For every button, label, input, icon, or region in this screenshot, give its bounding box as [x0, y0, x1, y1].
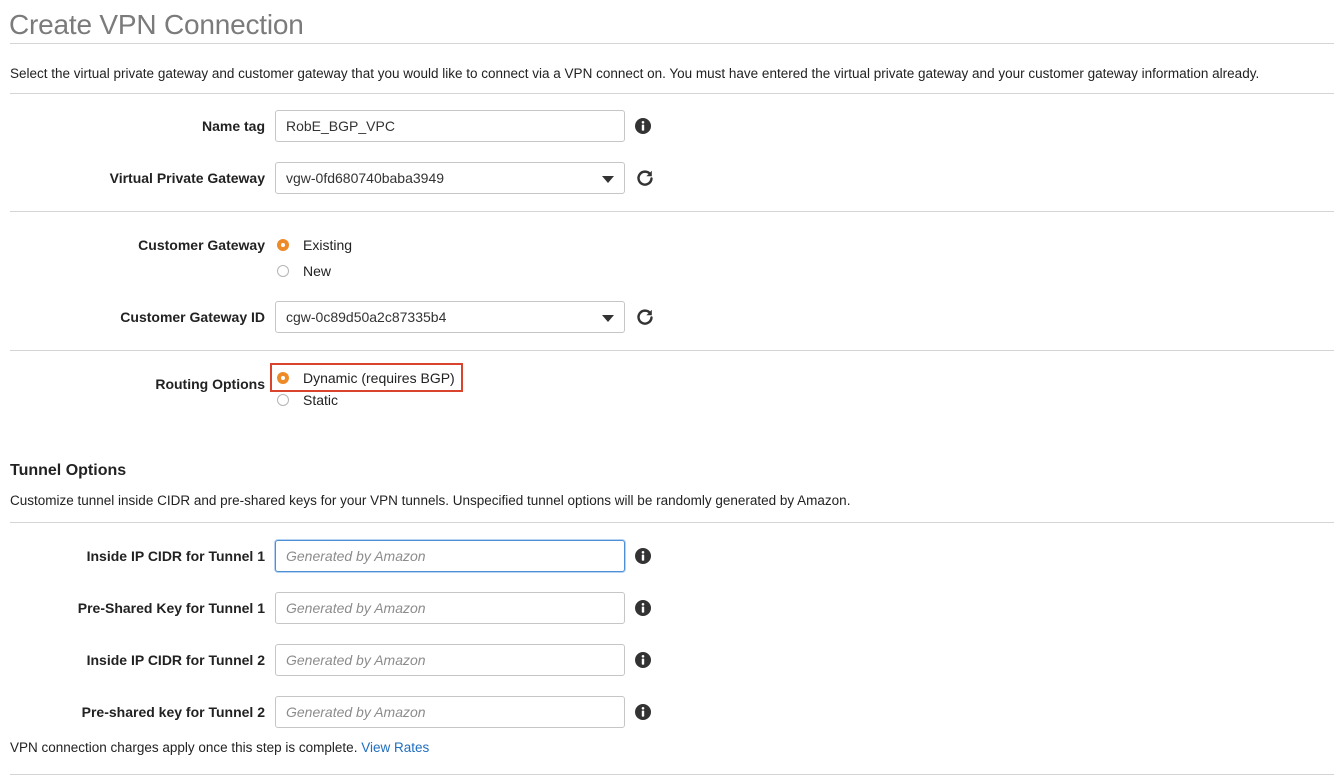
customer-gateway-id-value: cgw-0c89d50a2c87335b4	[286, 309, 447, 325]
page-description: Select the virtual private gateway and c…	[10, 66, 1260, 81]
bottom-divider	[10, 774, 1334, 775]
customer-gateway-id-label: Customer Gateway ID	[120, 309, 265, 325]
routing-options-label: Routing Options	[155, 376, 265, 392]
title-divider	[10, 43, 1334, 44]
radio-dynamic-label: Dynamic (requires BGP)	[303, 370, 455, 386]
tunnel-options-heading: Tunnel Options	[10, 462, 127, 479]
customer-gateway-new-option[interactable]: New	[277, 262, 331, 280]
tunnel2-cidr-label: Inside IP CIDR for Tunnel 2	[86, 652, 265, 668]
tunnel2-psk-input[interactable]	[275, 696, 625, 728]
virtual-private-gateway-label: Virtual Private Gateway	[109, 170, 265, 186]
routing-dynamic-option[interactable]: Dynamic (requires BGP)	[277, 369, 455, 387]
section-divider	[10, 93, 1334, 94]
customer-gateway-existing-option[interactable]: Existing	[277, 236, 352, 254]
radio-existing[interactable]	[277, 239, 289, 251]
radio-new[interactable]	[277, 265, 289, 277]
info-icon[interactable]	[635, 118, 651, 134]
section-divider	[10, 350, 1334, 351]
section-divider	[10, 522, 1334, 523]
tunnel-options-description: Customize tunnel inside CIDR and pre-sha…	[10, 493, 851, 508]
page-title: Create VPN Connection	[9, 9, 304, 40]
refresh-icon[interactable]	[636, 308, 654, 326]
customer-gateway-id-select[interactable]: cgw-0c89d50a2c87335b4	[275, 301, 625, 333]
radio-dynamic[interactable]	[277, 372, 289, 384]
virtual-private-gateway-value: vgw-0fd680740baba3949	[286, 170, 445, 186]
tunnel1-psk-label: Pre-Shared Key for Tunnel 1	[77, 600, 265, 616]
radio-existing-label: Existing	[303, 237, 353, 253]
info-icon[interactable]	[635, 652, 651, 668]
tunnel1-cidr-label: Inside IP CIDR for Tunnel 1	[86, 548, 265, 564]
name-tag-label: Name tag	[201, 118, 265, 134]
name-tag-input[interactable]	[275, 110, 625, 142]
radio-static[interactable]	[277, 394, 289, 406]
customer-gateway-label: Customer Gateway	[138, 237, 265, 253]
chevron-down-icon	[602, 176, 614, 183]
info-icon[interactable]	[635, 704, 651, 720]
tunnel2-psk-label: Pre-shared key for Tunnel 2	[81, 704, 265, 720]
section-divider	[10, 211, 1334, 212]
radio-static-label: Static	[303, 392, 339, 408]
view-rates-link[interactable]: View Rates	[361, 740, 429, 755]
tunnel1-cidr-input[interactable]	[275, 540, 625, 572]
charges-note: VPN connection charges apply once this s…	[10, 740, 358, 755]
virtual-private-gateway-select[interactable]: vgw-0fd680740baba3949	[275, 162, 625, 194]
refresh-icon[interactable]	[636, 169, 654, 187]
tunnel1-psk-input[interactable]	[275, 592, 625, 624]
info-icon[interactable]	[635, 548, 651, 564]
chevron-down-icon	[602, 315, 614, 322]
routing-static-option[interactable]: Static	[277, 391, 338, 409]
footer-note: VPN connection charges apply once this s…	[10, 740, 429, 755]
radio-new-label: New	[303, 263, 332, 279]
tunnel2-cidr-input[interactable]	[275, 644, 625, 676]
info-icon[interactable]	[635, 600, 651, 616]
